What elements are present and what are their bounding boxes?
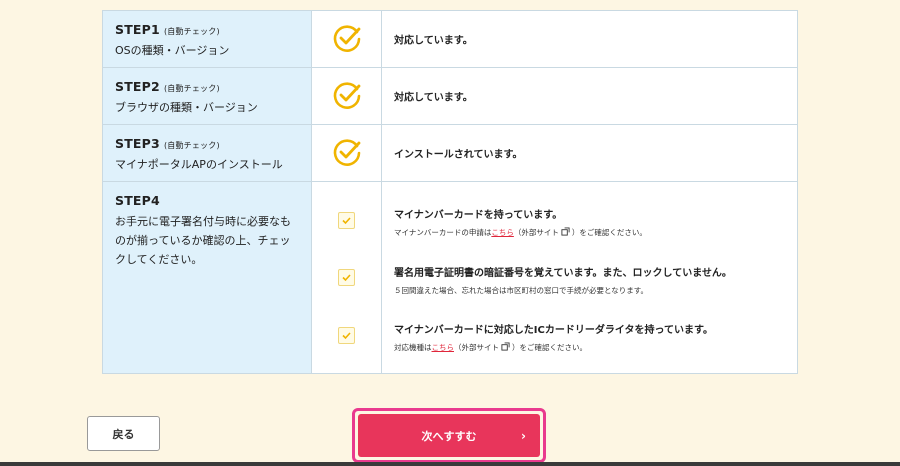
next-button[interactable]: 次へすすむ ›	[358, 414, 540, 457]
step-row-4: STEP4 お手元に電子署名付与時に必要なものが揃っているか確認の上、チェックし…	[103, 181, 797, 373]
item-note: ）をご確認ください。	[571, 228, 647, 237]
chevron-right-icon: ›	[521, 428, 526, 443]
check-cell	[312, 68, 382, 124]
step-note: (自動チェック)	[163, 27, 220, 36]
step-description: OSの種類・バージョン	[115, 44, 230, 57]
step-description: ブラウザの種類・バージョン	[115, 101, 258, 114]
external-link[interactable]: こちら	[491, 228, 514, 237]
step-description: マイナポータルAPのインストール	[115, 158, 283, 171]
check-cell	[312, 125, 382, 181]
next-button-focus-ring: 次へすすむ ›	[352, 408, 546, 463]
step-note: (自動チェック)	[163, 84, 220, 93]
step-label-cell: STEP3 (自動チェック) マイナポータルAPのインストール	[103, 125, 312, 181]
external-link-icon	[561, 227, 570, 236]
item-note: （外部サイト	[454, 343, 499, 352]
back-button[interactable]: 戻る	[87, 416, 160, 451]
item-note: ）をご確認ください。	[512, 343, 587, 352]
checkbox-card[interactable]	[338, 212, 355, 229]
check-item-reader: マイナンバーカードに対応したICカードリーダライタを持っています。 対応機種はこ…	[394, 321, 713, 353]
item-note: （外部サイト	[513, 228, 559, 237]
item-label: マイナンバーカードを持っています。	[394, 210, 563, 221]
checkbox-checked-icon	[342, 332, 351, 340]
check-cell	[312, 11, 382, 67]
check-item-card: マイナンバーカードを持っています。 マイナンバーカードの申請はこちら（外部サイト…	[394, 206, 647, 238]
item-label: マイナンバーカードに対応したICカードリーダライタを持っています。	[394, 325, 713, 336]
step-title: STEP1	[115, 22, 160, 37]
status-text: インストールされています。	[394, 149, 523, 161]
step-label-cell: STEP1 (自動チェック) OSの種類・バージョン	[103, 11, 312, 67]
item-note: マイナンバーカードの申請は	[394, 228, 492, 237]
check-circle-icon	[333, 25, 361, 52]
checkbox-pin[interactable]	[338, 269, 355, 286]
step-label-cell: STEP2 (自動チェック) ブラウザの種類・バージョン	[103, 68, 312, 124]
step-row-2: STEP2 (自動チェック) ブラウザの種類・バージョン 対応しています。	[103, 67, 797, 124]
step-title: STEP3	[115, 136, 160, 151]
check-item-pin: 署名用電子証明書の暗証番号を覚えています。また、ロックしていません。 ５回間違え…	[394, 264, 732, 296]
status-text: 対応しています。	[394, 92, 473, 104]
step-row-1: STEP1 (自動チェック) OSの種類・バージョン 対応しています。	[103, 11, 797, 67]
checkbox-checked-icon	[342, 217, 351, 225]
step-note: (自動チェック)	[163, 141, 220, 150]
check-circle-icon	[333, 82, 361, 109]
item-note: 対応機種は	[394, 343, 432, 352]
status-text: 対応しています。	[394, 35, 473, 47]
external-link-icon	[501, 342, 510, 351]
check-table: STEP1 (自動チェック) OSの種類・バージョン 対応しています。 STEP2…	[102, 10, 798, 374]
checkbox-reader[interactable]	[338, 327, 355, 344]
step-label-cell: STEP4 お手元に電子署名付与時に必要なものが揃っているか確認の上、チェックし…	[103, 182, 312, 373]
external-link[interactable]: こちら	[432, 343, 455, 352]
step-description: お手元に電子署名付与時に必要なものが揃っているか確認の上、チェックしてください。	[115, 215, 291, 266]
item-label: 署名用電子証明書の暗証番号を覚えています。また、ロックしていません。	[394, 268, 732, 279]
step-title: STEP2	[115, 79, 160, 94]
next-button-label: 次へすすむ	[421, 429, 477, 443]
step-row-3: STEP3 (自動チェック) マイナポータルAPのインストール インストールされて…	[103, 124, 797, 181]
step-title: STEP4	[115, 193, 160, 208]
check-circle-icon	[333, 139, 361, 166]
check-cell	[312, 182, 382, 373]
item-note: ５回間違えた場合、忘れた場合は市区町村の窓口で手続が必要となります。	[394, 286, 649, 295]
checkbox-checked-icon	[342, 274, 351, 282]
bottom-edge	[0, 462, 900, 466]
